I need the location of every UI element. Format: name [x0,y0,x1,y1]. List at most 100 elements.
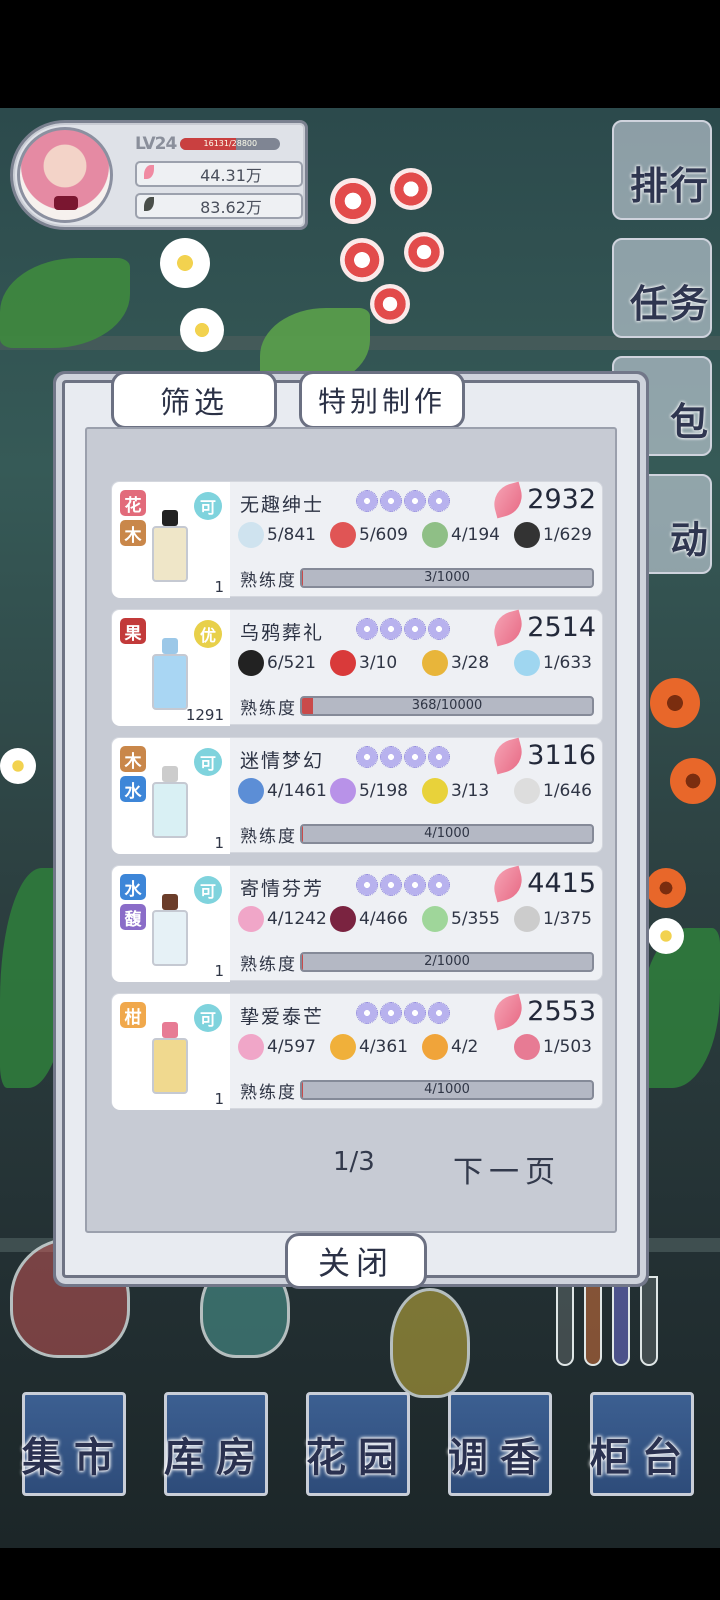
recipe-name: 寄情芬芳 [240,878,325,900]
ingredient-count: 3/13 [451,781,490,801]
flower [670,758,716,804]
proficiency-bar: 368/10000 [300,696,594,716]
player-level: LV24 [135,134,177,154]
star-icon [356,490,378,512]
perfume-thumbnail: 木水 可 1 [112,738,230,854]
star-icon [428,618,450,640]
price: 2932 [489,481,596,518]
stock-qty: 1 [214,1090,224,1108]
ingredient-count: 5/841 [267,525,316,545]
exp-bar: 16131/28800 [180,138,281,150]
star-icon [428,490,450,512]
proficiency-text: 4/1000 [424,826,470,841]
proficiency-bar: 4/1000 [300,824,594,844]
tab-special-craft[interactable]: 特别制作 [299,371,465,429]
ingredient-icon [422,778,448,804]
ingredient-count: 1/633 [543,653,592,673]
recipe-card[interactable]: 柑 可 1 挚爱泰芒 2553 4/597 4/361 4/2 1/503 熟练… [111,993,603,1110]
ingredient-icon [238,650,264,676]
ingredient: 3/10 [330,650,397,676]
rarity-stars [356,874,450,896]
test-tube [584,1276,602,1366]
ingredient-count: 4/597 [267,1037,316,1057]
proficiency-label: 熟练度 [240,955,297,975]
star-icon [356,746,378,768]
ingredient-icon [330,778,356,804]
avatar[interactable] [17,127,113,223]
nav-market-label: 集市 [22,1435,126,1481]
grade-badge: 可 [194,748,222,776]
flower [340,238,384,282]
ingredient-icon [422,1034,448,1060]
ingredient-count: 4/2 [451,1037,479,1057]
perfume-bottle-icon [152,510,188,582]
price-value: 2932 [527,484,596,515]
ingredient-icon [422,650,448,676]
events-label: 动 [669,518,710,562]
ingredient-icon [514,1034,540,1060]
petal-icon [489,481,527,518]
stock-qty: 1291 [185,706,224,724]
nav-warehouse-label: 库房 [164,1435,268,1481]
perfume-thumbnail: 果 优 1291 [112,610,230,726]
price: 4415 [489,865,596,902]
proficiency-text: 368/10000 [411,698,483,713]
ingredient-list: 4/1461 5/198 3/13 1/646 [238,778,598,814]
element-tag: 果 [120,618,146,644]
flower [330,178,376,224]
price: 2514 [489,609,596,646]
price: 3116 [489,737,596,774]
recipe-card[interactable]: 木水 可 1 迷情梦幻 3116 4/1461 5/198 3/13 1/646… [111,737,603,854]
flask [390,1288,470,1398]
ingredient: 5/198 [330,778,408,804]
star-icon [404,1002,426,1024]
ingredient-icon [330,522,356,548]
next-page-button[interactable]: 下一页 [453,1147,561,1191]
ranking-button[interactable]: 排行 [612,120,712,220]
tasks-button[interactable]: 任务 [612,238,712,338]
petal-icon [489,993,527,1030]
ingredient: 6/521 [238,650,316,676]
ingredient-count: 4/361 [359,1037,408,1057]
ingredient-count: 4/466 [359,909,408,929]
recipe-card[interactable]: 花木 可 1 无趣绅士 2932 5/841 5/609 4/194 1/629… [111,481,603,598]
grade-badge: 优 [194,620,222,648]
petal-icon [137,165,161,183]
price: 2553 [489,993,596,1030]
ingredient-count: 1/646 [543,781,592,801]
proficiency-bar: 4/1000 [300,1080,594,1100]
nav-counter[interactable]: 柜台 [590,1392,694,1496]
rarity-stars [356,490,450,512]
player-profile[interactable]: LV24 16131/28800 44.31万 83.62万 [10,120,308,230]
close-button[interactable]: 关闭 [285,1233,427,1289]
petal-icon [489,609,527,646]
currency-petals-value: 44.31万 [200,166,262,185]
ingredient-list: 5/841 5/609 4/194 1/629 [238,522,598,558]
nav-warehouse[interactable]: 库房 [164,1392,268,1496]
ingredient-icon [238,522,264,548]
ingredient-list: 4/1242 4/466 5/355 1/375 [238,906,598,942]
ingredient-count: 6/521 [267,653,316,673]
price-value: 2553 [527,996,596,1027]
proficiency-text: 2/1000 [424,954,470,969]
ingredient-count: 1/629 [543,525,592,545]
tab-filter[interactable]: 筛选 [111,371,277,429]
ingredient-count: 4/1242 [267,909,327,929]
ingredient-count: 5/198 [359,781,408,801]
element-tag: 木 [120,746,146,772]
test-tube [612,1276,630,1366]
nav-market[interactable]: 集市 [22,1392,126,1496]
flower [160,238,210,288]
recipe-card[interactable]: 果 优 1291 乌鸦葬礼 2514 6/521 3/10 3/28 1/633… [111,609,603,726]
element-tag: 馥 [120,904,146,930]
ingredient-icon [514,906,540,932]
player-stats: LV24 16131/28800 44.31万 83.62万 [135,133,303,219]
star-icon [380,746,402,768]
nav-garden[interactable]: 花园 [306,1392,410,1496]
nav-blend[interactable]: 调香 [448,1392,552,1496]
perfume-thumbnail: 水馥 可 1 [112,866,230,982]
recipe-name: 挚爱泰芒 [240,1006,325,1028]
star-icon [404,490,426,512]
currency-leaves: 83.62万 [135,193,303,219]
recipe-card[interactable]: 水馥 可 1 寄情芬芳 4415 4/1242 4/466 5/355 1/37… [111,865,603,982]
